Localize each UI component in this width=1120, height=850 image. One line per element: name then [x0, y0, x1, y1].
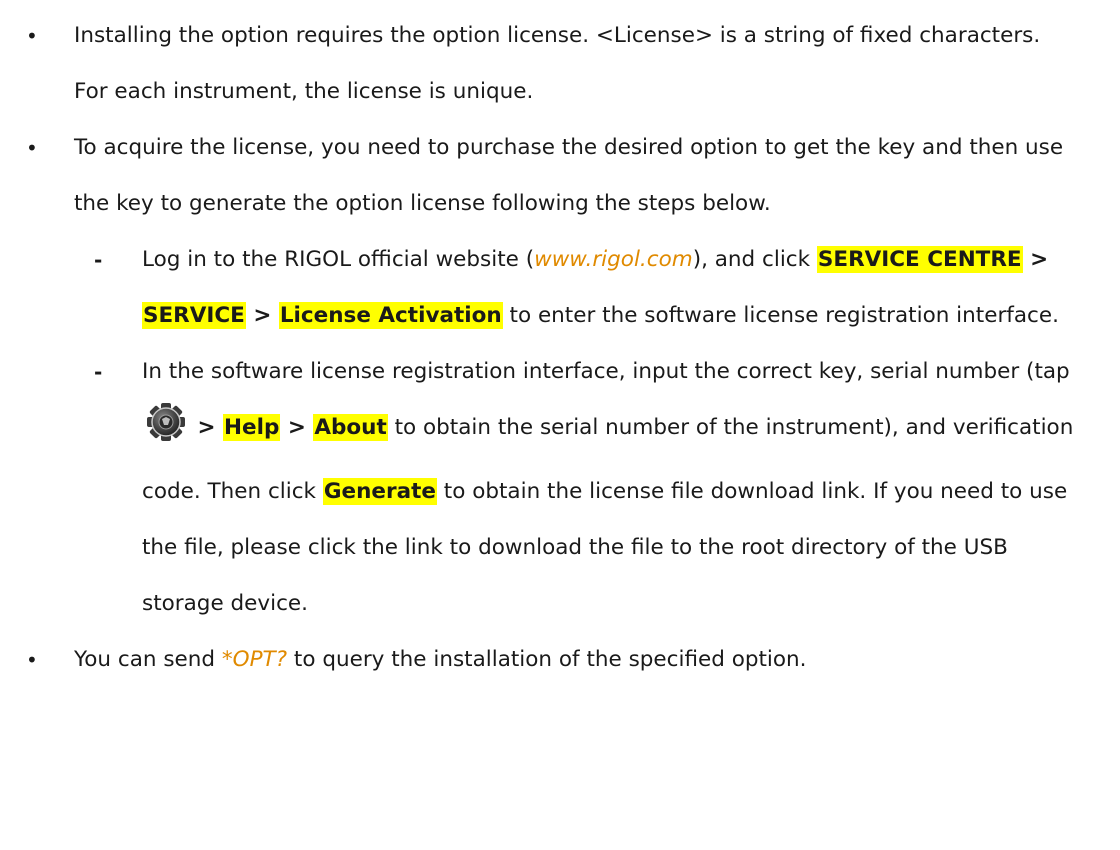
step-login-post: to enter the software license registrati… [502, 303, 1059, 328]
bullet-marker: • [26, 136, 38, 160]
menu-separator: > [1022, 247, 1049, 272]
opt-query-command: *OPT? [221, 647, 288, 672]
dash-marker: - [94, 360, 103, 384]
acquire-license-text: To acquire the license, you need to purc… [74, 135, 1064, 216]
help-menu: Help [223, 414, 281, 441]
menu-separator: > [280, 415, 314, 440]
service-menu: SERVICE [142, 302, 246, 329]
bullet-marker: • [26, 648, 38, 672]
license-requirement-text: Installing the option requires the optio… [74, 23, 1041, 104]
bullet-acquire-license: • To acquire the license, you need to pu… [0, 120, 1120, 232]
query-option-post: to query the installation of the specifi… [287, 647, 807, 672]
service-centre-menu: SERVICE CENTRE [816, 246, 1023, 273]
bullet-query-option: • You can send *OPT? to query the instal… [0, 632, 1120, 688]
query-option-pre: You can send [74, 647, 222, 672]
license-activation-menu: License Activation [278, 302, 503, 329]
generate-button-label: Generate [322, 478, 437, 505]
gear-settings-icon [146, 402, 186, 464]
step-login-pre: Log in to the RIGOL official website ( [142, 247, 535, 272]
step-registration-pre: In the software license registration int… [142, 359, 1070, 384]
dash-marker: - [94, 248, 103, 272]
rigol-website-link[interactable]: www.rigol.com [534, 247, 693, 272]
menu-separator: > [190, 415, 223, 440]
step-login-mid: ), and click [692, 247, 817, 272]
bullet-license-requirement: • Installing the option requires the opt… [0, 8, 1120, 120]
step-login-website: - Log in to the RIGOL official website (… [0, 232, 1120, 344]
bullet-marker: • [26, 24, 38, 48]
about-menu: About [313, 414, 388, 441]
step-registration-interface: - In the software license registration i… [0, 344, 1120, 632]
document-page: • Installing the option requires the opt… [0, 0, 1120, 850]
menu-separator: > [245, 303, 279, 328]
